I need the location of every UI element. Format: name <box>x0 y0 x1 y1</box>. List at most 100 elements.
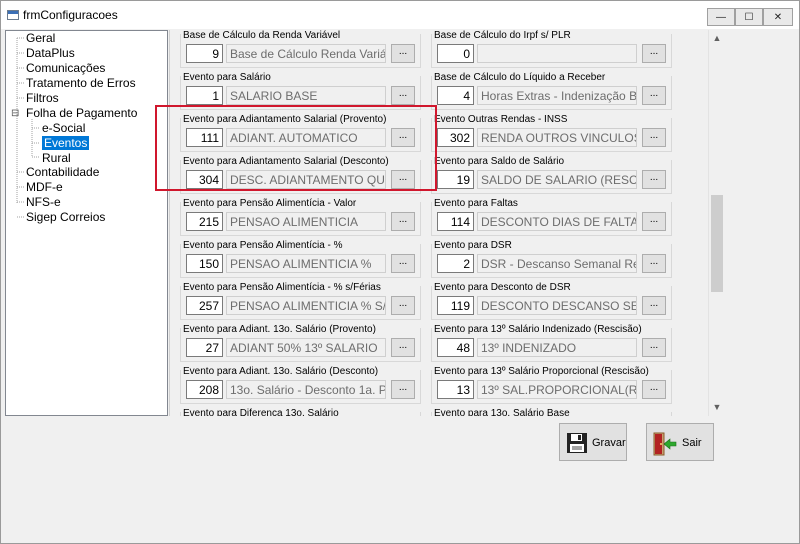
event-code-input[interactable]: 302 <box>437 128 474 147</box>
event-description: 13º SAL.PROPORCIONAL(RESCISÃO) <box>477 380 637 399</box>
tree-item-label: Tratamento de Erros <box>26 76 136 90</box>
highlight-annotation <box>155 105 437 191</box>
event-code-input[interactable]: 208 <box>186 380 223 399</box>
tree-item-label: Filtros <box>26 91 59 105</box>
lookup-button[interactable]: ... <box>391 338 415 357</box>
tree-item-eventos[interactable]: Eventos <box>42 136 90 151</box>
event-code-input[interactable]: 215 <box>186 212 223 231</box>
event-code-input[interactable]: 27 <box>186 338 223 357</box>
tree-item-tratamento-erros[interactable]: Tratamento de Erros <box>26 76 136 91</box>
event-code-input[interactable]: 19 <box>437 170 474 189</box>
tree-item-label: Sigep Correios <box>26 210 106 224</box>
tree-item-rural[interactable]: Rural <box>42 151 71 166</box>
field-label: Evento para 13o. Salário Base <box>434 408 570 416</box>
field-label: Evento para Faltas <box>434 198 518 209</box>
lookup-button[interactable]: ... <box>642 254 666 273</box>
field-label: Evento para Salário <box>183 72 271 83</box>
lookup-button[interactable]: ... <box>642 338 666 357</box>
field-group: Base de Cálculo da Renda Variável 9 Base… <box>180 30 421 68</box>
event-code-input[interactable]: 48 <box>437 338 474 357</box>
event-description: PENSAO ALIMENTICIA % S/ FÉRIAS <box>226 296 386 315</box>
lookup-button[interactable]: ... <box>642 128 666 147</box>
event-description: Base de Cálculo Renda Variável <box>226 44 386 63</box>
event-description: ADIANT 50% 13º SALARIO <box>226 338 386 357</box>
tree-item-filtros[interactable]: Filtros <box>26 91 59 106</box>
field-group: Evento para Adiant. 13o. Salário (Descon… <box>180 366 421 404</box>
field-label: Evento para Saldo de Salário <box>434 156 565 167</box>
tree-item-label: Geral <box>26 31 56 45</box>
tree-item-label: Rural <box>42 151 71 165</box>
exit-button[interactable]: Sair <box>646 423 714 461</box>
vertical-scrollbar[interactable]: ▲ ▼ <box>708 30 725 416</box>
lookup-button[interactable]: ... <box>391 86 415 105</box>
event-code-input[interactable]: 0 <box>437 44 474 63</box>
event-code-input[interactable]: 13 <box>437 380 474 399</box>
exit-button-label: Sair <box>682 437 702 449</box>
tree-item-folha-pagamento[interactable]: Folha de Pagamento <box>26 106 137 121</box>
maximize-button[interactable]: ☐ <box>735 8 763 26</box>
field-label: Evento para Desconto de DSR <box>434 282 571 293</box>
tree-item-esocial[interactable]: e-Social <box>42 121 85 136</box>
tree-item-sigep-correios[interactable]: Sigep Correios <box>26 210 105 225</box>
event-description: RENDA OUTROS VINCULOS <box>477 128 637 147</box>
tree-item-dataplus[interactable]: DataPlus <box>26 46 75 61</box>
event-description: PENSAO ALIMENTICIA % <box>226 254 386 273</box>
save-button[interactable]: Gravar <box>559 423 627 461</box>
lookup-button[interactable]: ... <box>642 170 666 189</box>
minimize-button[interactable]: — <box>707 8 735 26</box>
field-label: Evento Outras Rendas - INSS <box>434 114 568 125</box>
scroll-thumb[interactable] <box>711 195 723 292</box>
field-group: Evento para Faltas 114 DESCONTO DIAS DE … <box>431 198 672 236</box>
event-code-input[interactable]: 4 <box>437 86 474 105</box>
tree-item-label: e-Social <box>42 121 86 135</box>
tree-item-label: MDF-e <box>26 180 63 194</box>
tree-item-mdfe[interactable]: MDF-e <box>26 180 63 195</box>
field-group: Evento para Pensão Alimentícia - Valor 2… <box>180 198 421 236</box>
field-label: Base de Cálculo da Renda Variável <box>183 30 341 41</box>
tree-item-nfse[interactable]: NFS-e <box>26 195 61 210</box>
lookup-button[interactable]: ... <box>642 380 666 399</box>
tree-item-comunicacoes[interactable]: Comunicações <box>26 61 105 76</box>
event-description: Horas Extras - Indenização Banco <box>477 86 637 105</box>
lookup-button[interactable]: ... <box>642 296 666 315</box>
lookup-button[interactable]: ... <box>391 44 415 63</box>
scroll-up-arrow-icon[interactable]: ▲ <box>709 30 725 47</box>
event-code-input[interactable]: 2 <box>437 254 474 273</box>
event-code-input[interactable]: 257 <box>186 296 223 315</box>
tree-item-label: Folha de Pagamento <box>26 106 138 120</box>
lookup-button[interactable]: ... <box>642 86 666 105</box>
tree-item-contabilidade[interactable]: Contabilidade <box>26 165 99 180</box>
lookup-button[interactable]: ... <box>642 212 666 231</box>
close-button[interactable]: ✕ <box>763 8 793 26</box>
save-button-label: Gravar <box>592 437 626 449</box>
event-description: DESCONTO DIAS DE FALTA <box>477 212 637 231</box>
settings-tree[interactable]: Geral DataPlus Comunicações Tratamento d… <box>5 30 168 416</box>
event-code-input[interactable]: 119 <box>437 296 474 315</box>
lookup-button[interactable]: ... <box>391 380 415 399</box>
events-panel[interactable]: Base de Cálculo da Renda Variável 9 Base… <box>169 30 725 416</box>
lookup-button[interactable]: ... <box>391 254 415 273</box>
lookup-button[interactable]: ... <box>391 212 415 231</box>
event-description: 13º INDENIZADO <box>477 338 637 357</box>
field-label: Evento para Pensão Alimentícia - Valor <box>183 198 357 209</box>
scroll-down-arrow-icon[interactable]: ▼ <box>709 399 725 416</box>
event-description <box>477 44 637 63</box>
event-description: SALDO DE SALARIO (RESCISÃO) <box>477 170 637 189</box>
event-code-input[interactable]: 1 <box>186 86 223 105</box>
tree-item-geral[interactable]: Geral <box>26 31 55 46</box>
tree-item-label: NFS-e <box>26 195 61 209</box>
tree-item-label: DataPlus <box>26 46 75 60</box>
event-code-input[interactable]: 150 <box>186 254 223 273</box>
field-label: Evento para 13º Salário Indenizado (Resc… <box>434 324 642 335</box>
field-label: Evento para 13º Salário Proporcional (Re… <box>434 366 649 377</box>
event-code-input[interactable]: 9 <box>186 44 223 63</box>
field-group: Evento Outras Rendas - INSS 302 RENDA OU… <box>431 114 672 152</box>
lookup-button[interactable]: ... <box>642 44 666 63</box>
event-code-input[interactable]: 114 <box>437 212 474 231</box>
collapse-expander-icon[interactable]: ⊟ <box>11 106 19 121</box>
field-group: Evento para 13º Salário Proporcional (Re… <box>431 366 672 404</box>
lookup-button[interactable]: ... <box>391 296 415 315</box>
field-group: Evento para Adiant. 13o. Salário (Proven… <box>180 324 421 362</box>
field-group: Evento para 13o. Salário Base <box>431 408 672 416</box>
field-group: Evento para 13º Salário Indenizado (Resc… <box>431 324 672 362</box>
